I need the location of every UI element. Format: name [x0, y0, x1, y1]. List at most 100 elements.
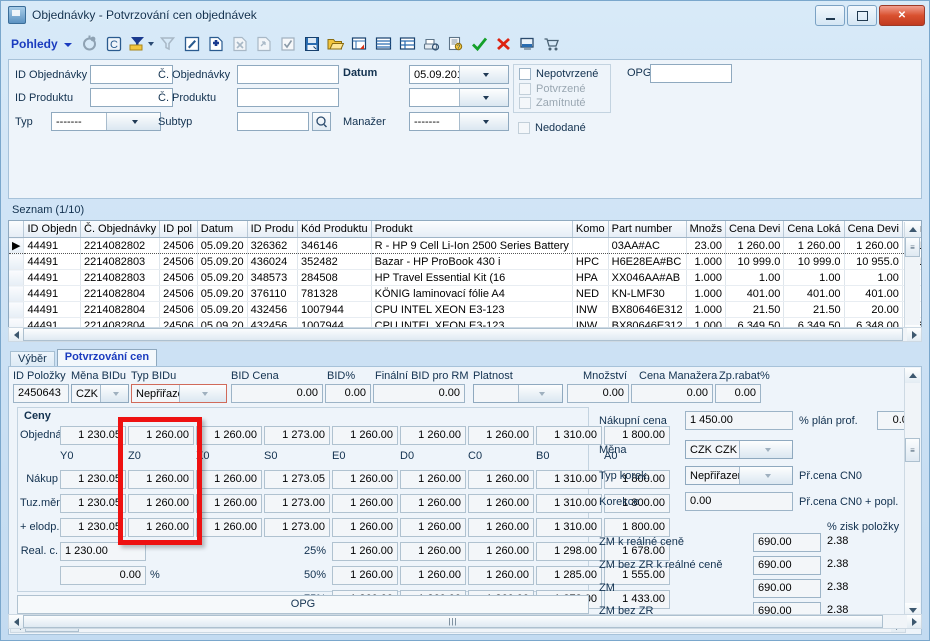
- column-header[interactable]: ID pol: [159, 221, 198, 238]
- scroll-up-button[interactable]: [905, 222, 920, 237]
- table-row[interactable]: 44491 2214082803 24506 05.09.20 436024 352482…: [9, 253, 921, 270]
- table-cell[interactable]: 1.00: [725, 269, 785, 286]
- pct-cell[interactable]: 1 260.00: [400, 566, 466, 585]
- table-view-icon[interactable]: [397, 33, 419, 55]
- checkbox-nepotvrzene[interactable]: Nepotvrzené: [519, 68, 598, 80]
- open-folder-icon[interactable]: [325, 33, 347, 55]
- chevron-down-icon[interactable]: [105, 113, 160, 130]
- column-header[interactable]: ID Objedn: [23, 221, 81, 238]
- table-cell[interactable]: 2214082804: [80, 285, 161, 302]
- ceny-cell[interactable]: 1 230.05: [60, 470, 126, 489]
- table-cell[interactable]: 1.000: [686, 301, 726, 318]
- table-cell[interactable]: 23.00: [686, 237, 726, 254]
- chevron-down-icon[interactable]: [458, 66, 508, 83]
- scroll-left-button[interactable]: [9, 328, 23, 341]
- ceny-cell[interactable]: 1 310.00: [536, 494, 602, 513]
- subtyp-input[interactable]: [237, 112, 309, 131]
- pct-cell[interactable]: 1 260.00: [400, 542, 466, 561]
- table-cell[interactable]: 05.09.20: [197, 301, 248, 318]
- cart-icon[interactable]: [541, 33, 563, 55]
- new-document-icon[interactable]: [205, 33, 227, 55]
- copy-icon[interactable]: C: [103, 33, 125, 55]
- table-cell[interactable]: HP Travel Essential Kit (16: [371, 269, 573, 286]
- ceny-cell[interactable]: 1 310.00: [536, 426, 602, 445]
- table-cell[interactable]: 376110: [247, 285, 299, 302]
- checkbox-box[interactable]: [519, 83, 531, 95]
- table-cell[interactable]: H6E28EA#BC: [608, 253, 687, 270]
- pct-cell[interactable]: 1 260.00: [468, 542, 534, 561]
- chevron-down-icon[interactable]: [458, 113, 508, 130]
- column-header[interactable]: Cena Devi: [844, 221, 903, 238]
- mnozstvi-value[interactable]: 0.00: [567, 384, 629, 403]
- table-cell[interactable]: BX80646E312: [608, 301, 687, 318]
- confirm-check-icon[interactable]: [469, 33, 491, 55]
- ceny-cell[interactable]: 1 260.00: [332, 494, 398, 513]
- print-icon[interactable]: ?: [445, 33, 467, 55]
- row-marker-cell[interactable]: [9, 269, 25, 286]
- ceny-cell[interactable]: 1 260.00: [400, 518, 466, 537]
- chevron-down-icon[interactable]: [517, 385, 562, 402]
- checkbox-zamitnute[interactable]: Zamítnuté: [519, 97, 586, 109]
- save-icon[interactable]: [301, 33, 323, 55]
- ceny-cell[interactable]: 1 260.00: [332, 518, 398, 537]
- table-cell[interactable]: 10 955.0: [844, 253, 903, 270]
- typ-bidu-combo[interactable]: Nepřiřazeno: [131, 384, 227, 403]
- column-header[interactable]: Komo: [572, 221, 609, 238]
- table-cell[interactable]: 401.00: [725, 285, 785, 302]
- column-header[interactable]: ID Produ: [247, 221, 299, 238]
- mena-combo[interactable]: CZK CZK: [685, 440, 793, 459]
- table-row[interactable]: 44491 2214082803 24506 05.09.20 348573 284508…: [9, 269, 921, 286]
- opg-bar[interactable]: OPG: [17, 595, 589, 614]
- scroll-thumb-h[interactable]: |||: [23, 615, 883, 628]
- finalni-bid-value[interactable]: 0.00: [373, 384, 465, 403]
- cena-manazera-value[interactable]: 0.00: [631, 384, 713, 403]
- ceny-cell[interactable]: 1 260.00: [400, 494, 466, 513]
- zm-row-value[interactable]: 690.00: [753, 579, 821, 598]
- pct-cell[interactable]: 1 260.00: [332, 566, 398, 585]
- typ-korek-combo[interactable]: Nepřiřazeno: [685, 466, 793, 485]
- chevron-down-icon[interactable]: [738, 441, 792, 458]
- table-row[interactable]: 44491 2214082804 24506 05.09.20 432456 100794…: [9, 301, 921, 318]
- row-marker-cell[interactable]: [9, 301, 25, 318]
- table-cell[interactable]: 432456: [247, 301, 299, 318]
- table-cell[interactable]: 2214082802: [80, 237, 161, 254]
- table-cell[interactable]: 44491: [23, 253, 81, 270]
- row-marker-cell[interactable]: [9, 253, 25, 270]
- export-table-icon[interactable]: [349, 33, 371, 55]
- monitor-icon[interactable]: [517, 33, 539, 55]
- ceny-cell[interactable]: 1 260.00: [468, 518, 534, 537]
- filter-funnel-icon[interactable]: [127, 33, 149, 55]
- pct-cell[interactable]: 1 260.00: [332, 542, 398, 561]
- table-cell[interactable]: 1.000: [686, 269, 726, 286]
- ceny-cell[interactable]: 1 230.05: [60, 426, 126, 445]
- scroll-right-button[interactable]: [907, 615, 921, 628]
- ceny-cell[interactable]: 1 260.00: [468, 494, 534, 513]
- print-preview-icon[interactable]: [421, 33, 443, 55]
- scroll-thumb[interactable]: ≡: [905, 438, 920, 462]
- table-cell[interactable]: 2214082803: [80, 253, 161, 270]
- column-header[interactable]: Datum: [197, 221, 248, 238]
- table-cell[interactable]: 24506: [159, 237, 198, 254]
- scroll-thumb[interactable]: ≡: [905, 237, 920, 257]
- ceny-cell[interactable]: 1 230.05: [60, 494, 126, 513]
- ceny-cell[interactable]: 1 800.00: [604, 426, 670, 445]
- checkbox-box[interactable]: [519, 68, 531, 80]
- ceny-cell[interactable]: 1 260.00: [468, 470, 534, 489]
- table-cell[interactable]: 44491: [23, 301, 81, 318]
- table-cell[interactable]: HPC: [572, 253, 609, 270]
- column-header[interactable]: Produkt: [371, 221, 573, 238]
- table-cell[interactable]: 2214082803: [80, 269, 161, 286]
- minimize-button[interactable]: [815, 5, 845, 26]
- ceny-cell[interactable]: 1 260.00: [332, 470, 398, 489]
- pct-cell[interactable]: 1 285.00: [536, 566, 602, 585]
- platnost-combo[interactable]: [473, 384, 563, 403]
- table-cell[interactable]: 44491: [23, 237, 81, 254]
- ceny-cell[interactable]: 1 260.00: [468, 426, 534, 445]
- real-cena-percent-value[interactable]: 0.00: [60, 566, 146, 585]
- checkbox-potvrzene[interactable]: Potvrzené: [519, 83, 586, 95]
- table-cell[interactable]: 21.50: [783, 301, 845, 318]
- table-cell[interactable]: 436024: [247, 253, 299, 270]
- detail-vertical-scrollbar[interactable]: ≡: [904, 368, 920, 618]
- c-produktu-input[interactable]: [237, 88, 339, 107]
- opg-input[interactable]: [650, 64, 732, 83]
